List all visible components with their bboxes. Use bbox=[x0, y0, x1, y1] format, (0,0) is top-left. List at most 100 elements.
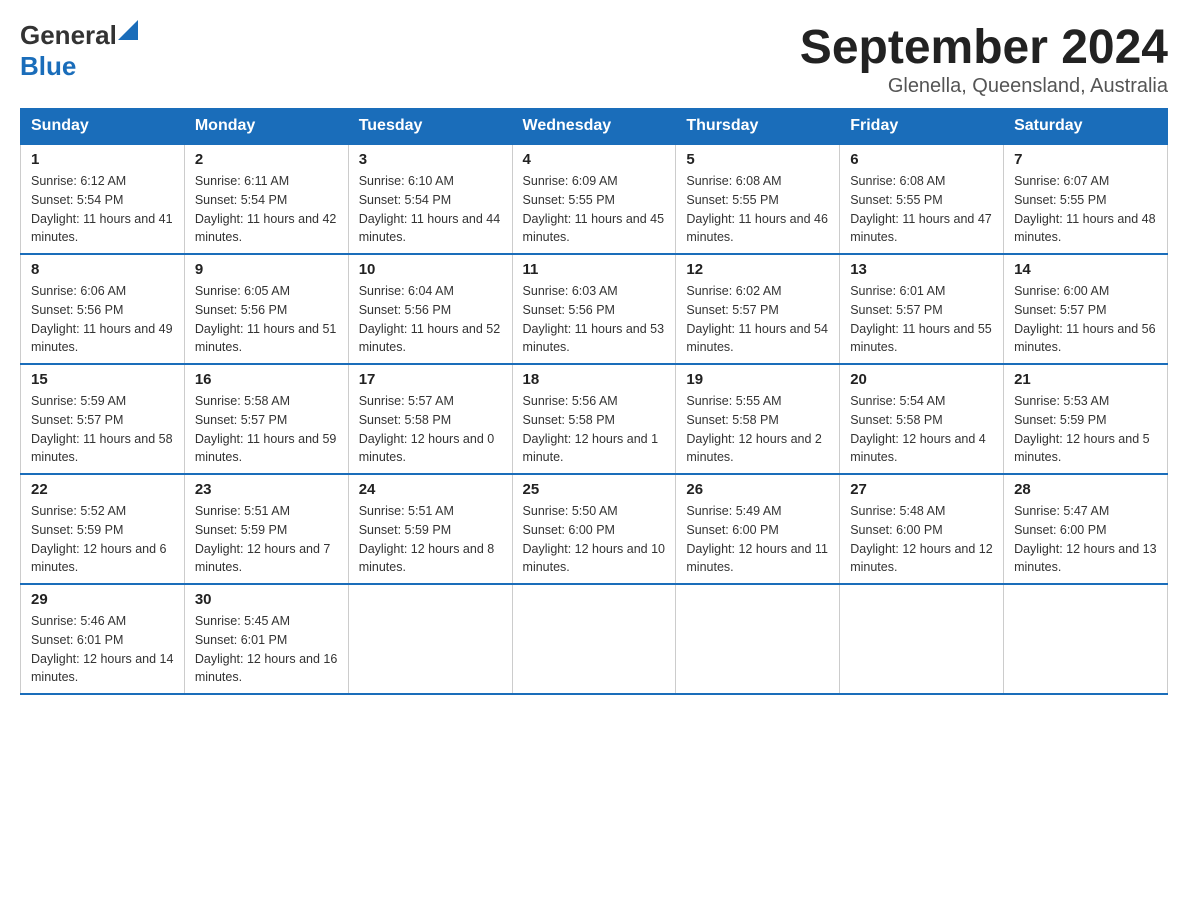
calendar-cell: 18 Sunrise: 5:56 AMSunset: 5:58 PMDaylig… bbox=[512, 364, 676, 474]
calendar-cell bbox=[1004, 584, 1168, 694]
day-number: 15 bbox=[31, 371, 174, 388]
calendar-cell bbox=[676, 584, 840, 694]
day-info: Sunrise: 5:51 AMSunset: 5:59 PMDaylight:… bbox=[359, 504, 495, 574]
day-info: Sunrise: 5:56 AMSunset: 5:58 PMDaylight:… bbox=[523, 394, 659, 464]
calendar-week-row: 8 Sunrise: 6:06 AMSunset: 5:56 PMDayligh… bbox=[21, 254, 1168, 364]
day-info: Sunrise: 5:45 AMSunset: 6:01 PMDaylight:… bbox=[195, 614, 337, 684]
day-header-monday: Monday bbox=[184, 109, 348, 145]
calendar-cell: 10 Sunrise: 6:04 AMSunset: 5:56 PMDaylig… bbox=[348, 254, 512, 364]
day-info: Sunrise: 6:06 AMSunset: 5:56 PMDaylight:… bbox=[31, 284, 173, 354]
day-info: Sunrise: 5:49 AMSunset: 6:00 PMDaylight:… bbox=[686, 504, 828, 574]
day-number: 5 bbox=[686, 151, 829, 168]
day-number: 14 bbox=[1014, 261, 1157, 278]
day-info: Sunrise: 6:03 AMSunset: 5:56 PMDaylight:… bbox=[523, 284, 665, 354]
day-number: 29 bbox=[31, 591, 174, 608]
day-number: 19 bbox=[686, 371, 829, 388]
calendar-cell: 9 Sunrise: 6:05 AMSunset: 5:56 PMDayligh… bbox=[184, 254, 348, 364]
calendar-cell: 29 Sunrise: 5:46 AMSunset: 6:01 PMDaylig… bbox=[21, 584, 185, 694]
day-info: Sunrise: 5:50 AMSunset: 6:00 PMDaylight:… bbox=[523, 504, 665, 574]
calendar-header-row: SundayMondayTuesdayWednesdayThursdayFrid… bbox=[21, 109, 1168, 145]
day-number: 9 bbox=[195, 261, 338, 278]
day-number: 7 bbox=[1014, 151, 1157, 168]
day-info: Sunrise: 6:07 AMSunset: 5:55 PMDaylight:… bbox=[1014, 174, 1156, 244]
day-number: 23 bbox=[195, 481, 338, 498]
day-info: Sunrise: 6:11 AMSunset: 5:54 PMDaylight:… bbox=[195, 174, 337, 244]
calendar-cell: 6 Sunrise: 6:08 AMSunset: 5:55 PMDayligh… bbox=[840, 144, 1004, 254]
calendar-cell: 3 Sunrise: 6:10 AMSunset: 5:54 PMDayligh… bbox=[348, 144, 512, 254]
calendar-cell: 1 Sunrise: 6:12 AMSunset: 5:54 PMDayligh… bbox=[21, 144, 185, 254]
day-header-tuesday: Tuesday bbox=[348, 109, 512, 145]
calendar-cell: 15 Sunrise: 5:59 AMSunset: 5:57 PMDaylig… bbox=[21, 364, 185, 474]
day-number: 16 bbox=[195, 371, 338, 388]
calendar-cell: 19 Sunrise: 5:55 AMSunset: 5:58 PMDaylig… bbox=[676, 364, 840, 474]
calendar-cell: 4 Sunrise: 6:09 AMSunset: 5:55 PMDayligh… bbox=[512, 144, 676, 254]
calendar-cell: 22 Sunrise: 5:52 AMSunset: 5:59 PMDaylig… bbox=[21, 474, 185, 584]
day-info: Sunrise: 6:00 AMSunset: 5:57 PMDaylight:… bbox=[1014, 284, 1156, 354]
day-number: 2 bbox=[195, 151, 338, 168]
day-number: 1 bbox=[31, 151, 174, 168]
day-info: Sunrise: 6:02 AMSunset: 5:57 PMDaylight:… bbox=[686, 284, 828, 354]
day-info: Sunrise: 6:12 AMSunset: 5:54 PMDaylight:… bbox=[31, 174, 173, 244]
calendar-cell: 23 Sunrise: 5:51 AMSunset: 5:59 PMDaylig… bbox=[184, 474, 348, 584]
day-info: Sunrise: 5:52 AMSunset: 5:59 PMDaylight:… bbox=[31, 504, 167, 574]
day-number: 8 bbox=[31, 261, 174, 278]
day-number: 22 bbox=[31, 481, 174, 498]
day-header-sunday: Sunday bbox=[21, 109, 185, 145]
calendar-cell: 16 Sunrise: 5:58 AMSunset: 5:57 PMDaylig… bbox=[184, 364, 348, 474]
day-info: Sunrise: 6:08 AMSunset: 5:55 PMDaylight:… bbox=[686, 174, 828, 244]
calendar-cell: 28 Sunrise: 5:47 AMSunset: 6:00 PMDaylig… bbox=[1004, 474, 1168, 584]
day-info: Sunrise: 6:08 AMSunset: 5:55 PMDaylight:… bbox=[850, 174, 992, 244]
page-header: General Blue September 2024 Glenella, Qu… bbox=[20, 20, 1168, 98]
day-info: Sunrise: 5:55 AMSunset: 5:58 PMDaylight:… bbox=[686, 394, 822, 464]
day-info: Sunrise: 6:10 AMSunset: 5:54 PMDaylight:… bbox=[359, 174, 501, 244]
day-number: 24 bbox=[359, 481, 502, 498]
day-header-wednesday: Wednesday bbox=[512, 109, 676, 145]
day-number: 11 bbox=[523, 261, 666, 278]
day-number: 30 bbox=[195, 591, 338, 608]
day-info: Sunrise: 5:57 AMSunset: 5:58 PMDaylight:… bbox=[359, 394, 495, 464]
calendar-week-row: 29 Sunrise: 5:46 AMSunset: 6:01 PMDaylig… bbox=[21, 584, 1168, 694]
day-info: Sunrise: 5:53 AMSunset: 5:59 PMDaylight:… bbox=[1014, 394, 1150, 464]
location: Glenella, Queensland, Australia bbox=[800, 75, 1168, 98]
calendar-week-row: 1 Sunrise: 6:12 AMSunset: 5:54 PMDayligh… bbox=[21, 144, 1168, 254]
day-number: 6 bbox=[850, 151, 993, 168]
title-block: September 2024 Glenella, Queensland, Aus… bbox=[800, 20, 1168, 98]
day-header-thursday: Thursday bbox=[676, 109, 840, 145]
day-info: Sunrise: 5:51 AMSunset: 5:59 PMDaylight:… bbox=[195, 504, 331, 574]
day-info: Sunrise: 5:48 AMSunset: 6:00 PMDaylight:… bbox=[850, 504, 992, 574]
logo-general-text: General bbox=[20, 20, 117, 51]
day-info: Sunrise: 5:54 AMSunset: 5:58 PMDaylight:… bbox=[850, 394, 986, 464]
day-number: 26 bbox=[686, 481, 829, 498]
day-info: Sunrise: 6:01 AMSunset: 5:57 PMDaylight:… bbox=[850, 284, 992, 354]
calendar-cell: 2 Sunrise: 6:11 AMSunset: 5:54 PMDayligh… bbox=[184, 144, 348, 254]
calendar-cell bbox=[840, 584, 1004, 694]
day-number: 17 bbox=[359, 371, 502, 388]
calendar-cell: 21 Sunrise: 5:53 AMSunset: 5:59 PMDaylig… bbox=[1004, 364, 1168, 474]
day-number: 28 bbox=[1014, 481, 1157, 498]
calendar-cell: 27 Sunrise: 5:48 AMSunset: 6:00 PMDaylig… bbox=[840, 474, 1004, 584]
calendar-table: SundayMondayTuesdayWednesdayThursdayFrid… bbox=[20, 108, 1168, 695]
calendar-cell bbox=[348, 584, 512, 694]
calendar-week-row: 22 Sunrise: 5:52 AMSunset: 5:59 PMDaylig… bbox=[21, 474, 1168, 584]
day-number: 3 bbox=[359, 151, 502, 168]
calendar-cell: 26 Sunrise: 5:49 AMSunset: 6:00 PMDaylig… bbox=[676, 474, 840, 584]
day-info: Sunrise: 5:59 AMSunset: 5:57 PMDaylight:… bbox=[31, 394, 173, 464]
logo-blue-text: Blue bbox=[20, 51, 76, 81]
calendar-cell: 17 Sunrise: 5:57 AMSunset: 5:58 PMDaylig… bbox=[348, 364, 512, 474]
calendar-cell: 24 Sunrise: 5:51 AMSunset: 5:59 PMDaylig… bbox=[348, 474, 512, 584]
logo: General Blue bbox=[20, 20, 138, 82]
calendar-cell: 14 Sunrise: 6:00 AMSunset: 5:57 PMDaylig… bbox=[1004, 254, 1168, 364]
calendar-cell: 12 Sunrise: 6:02 AMSunset: 5:57 PMDaylig… bbox=[676, 254, 840, 364]
day-info: Sunrise: 6:05 AMSunset: 5:56 PMDaylight:… bbox=[195, 284, 337, 354]
day-header-saturday: Saturday bbox=[1004, 109, 1168, 145]
day-info: Sunrise: 5:58 AMSunset: 5:57 PMDaylight:… bbox=[195, 394, 337, 464]
day-number: 21 bbox=[1014, 371, 1157, 388]
calendar-cell: 5 Sunrise: 6:08 AMSunset: 5:55 PMDayligh… bbox=[676, 144, 840, 254]
calendar-cell: 11 Sunrise: 6:03 AMSunset: 5:56 PMDaylig… bbox=[512, 254, 676, 364]
day-number: 13 bbox=[850, 261, 993, 278]
month-title: September 2024 bbox=[800, 20, 1168, 75]
day-info: Sunrise: 6:09 AMSunset: 5:55 PMDaylight:… bbox=[523, 174, 665, 244]
day-number: 10 bbox=[359, 261, 502, 278]
day-info: Sunrise: 6:04 AMSunset: 5:56 PMDaylight:… bbox=[359, 284, 501, 354]
day-number: 18 bbox=[523, 371, 666, 388]
